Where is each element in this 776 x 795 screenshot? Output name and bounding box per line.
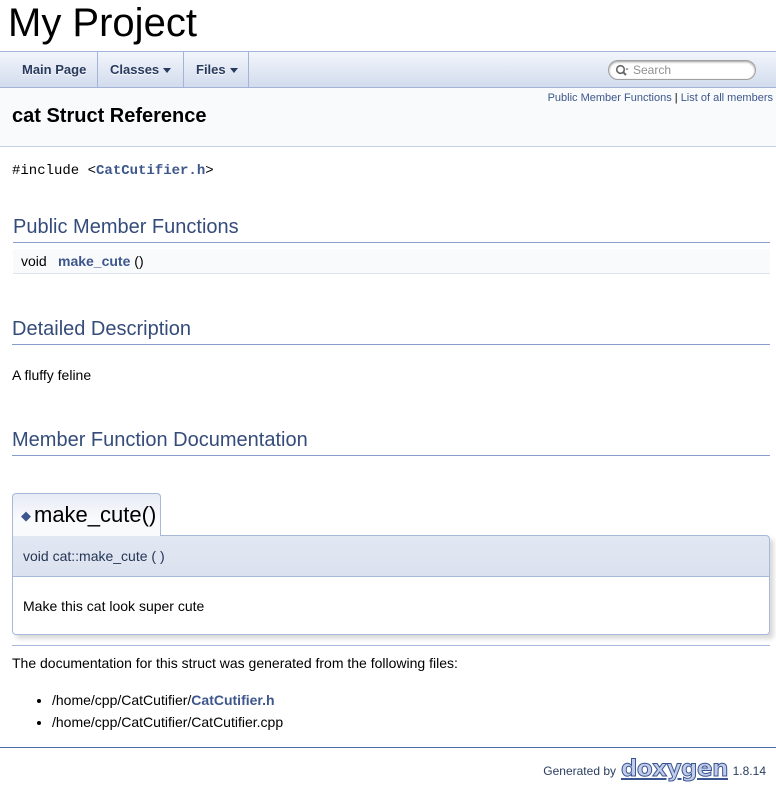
diamond-icon: ◆ bbox=[21, 508, 31, 523]
member-doc-title-text: make_cute() bbox=[34, 502, 157, 527]
nav-separator bbox=[97, 52, 98, 87]
link-list-of-all-members[interactable]: List of all members bbox=[681, 92, 773, 104]
version-label: 1.8.14 bbox=[732, 764, 766, 778]
include-prefix: #include < bbox=[12, 163, 97, 179]
divider bbox=[12, 645, 770, 646]
summary-links: Public Member Functions | List of all me… bbox=[548, 92, 773, 104]
description-text: A fluffy feline bbox=[12, 367, 92, 383]
include-file-link[interactable]: CatCutifier.h bbox=[96, 163, 205, 179]
nav-main-page[interactable]: Main Page bbox=[22, 52, 86, 87]
member-function-link[interactable]: make_cute bbox=[58, 253, 130, 269]
include-suffix: > bbox=[205, 163, 214, 179]
section-heading-public-member-functions: Public Member Functions bbox=[13, 216, 770, 243]
nav-separator bbox=[248, 52, 249, 87]
member-args: () bbox=[130, 253, 144, 269]
member-return-type: void bbox=[21, 253, 47, 269]
list-item: /home/cpp/CatCutifier/CatCutifier.cpp bbox=[52, 712, 283, 734]
doxygen-logo[interactable]: doxygen bbox=[620, 756, 729, 783]
member-prototype: void cat::make_cute ( ) bbox=[12, 535, 770, 577]
file-path: /home/cpp/CatCutifier/CatCutifier.cpp bbox=[52, 714, 284, 730]
navbar: Main Page Classes Files bbox=[0, 51, 776, 88]
nav-separator bbox=[183, 52, 184, 87]
nav-files-label: Files bbox=[196, 62, 226, 77]
footer-divider bbox=[0, 747, 776, 748]
nav-files-menu[interactable]: Files bbox=[196, 52, 238, 87]
member-function: make_cute () bbox=[58, 249, 144, 274]
list-item: /home/cpp/CatCutifier/CatCutifier.h bbox=[52, 690, 283, 712]
summary-separator: | bbox=[671, 92, 681, 104]
page-header: Public Member Functions | List of all me… bbox=[0, 88, 776, 147]
link-public-member-functions[interactable]: Public Member Functions bbox=[548, 92, 672, 104]
include-line: #include <CatCutifier.h> bbox=[12, 163, 214, 179]
chevron-down-icon bbox=[229, 68, 238, 74]
file-link[interactable]: CatCutifier.h bbox=[191, 692, 274, 708]
files-list: /home/cpp/CatCutifier/CatCutifier.h /hom… bbox=[12, 690, 283, 734]
search-input[interactable] bbox=[631, 62, 749, 78]
generated-by-label: Generated by bbox=[543, 764, 616, 778]
member-doc-title: ◆ make_cute() bbox=[12, 493, 161, 536]
search-box[interactable] bbox=[608, 60, 756, 80]
member-doc-body: Make this cat look super cute bbox=[12, 577, 770, 635]
search-icon[interactable] bbox=[615, 64, 629, 78]
nav-classes-label: Classes bbox=[110, 62, 160, 77]
chevron-down-icon bbox=[163, 68, 172, 74]
page-title: cat Struct Reference bbox=[12, 105, 207, 127]
member-row: void make_cute () bbox=[13, 249, 770, 274]
file-path: /home/cpp/CatCutifier/ bbox=[52, 692, 192, 708]
project-name: My Project bbox=[8, 1, 197, 45]
section-heading-detailed-description: Detailed Description bbox=[12, 318, 770, 345]
nav-classes-menu[interactable]: Classes bbox=[110, 52, 172, 87]
files-intro: The documentation for this struct was ge… bbox=[12, 655, 458, 671]
section-heading-member-function-documentation: Member Function Documentation bbox=[12, 429, 770, 456]
